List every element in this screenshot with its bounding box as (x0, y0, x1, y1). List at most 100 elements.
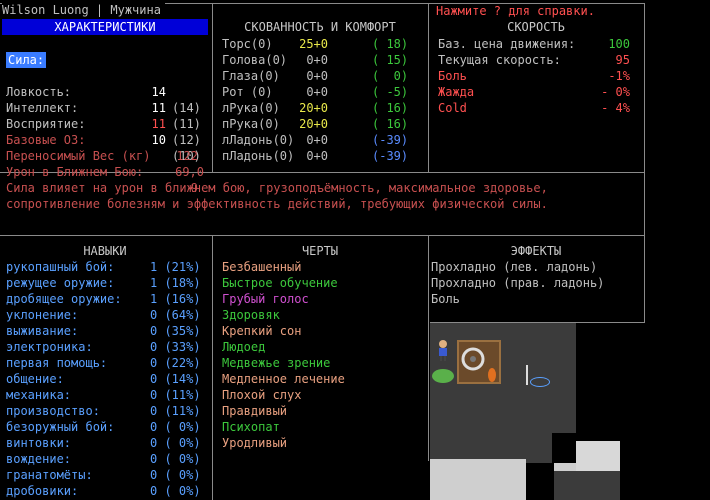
encumbrance-title[interactable]: СКОВАННОСТЬ И КОМФОРТ (214, 19, 426, 35)
skill-row[interactable]: электроника: 0 (33%) (6, 339, 208, 355)
skill-value: 0 (11%) (150, 404, 201, 418)
encumbrance-row[interactable]: лРука(0) 20+0 ( 16) (222, 100, 422, 116)
stats-title[interactable]: ХАРАКТЕРИСТИКИ (2, 19, 208, 35)
speed-label: Баз. цена движения: (438, 37, 576, 51)
stat-row-intelligence[interactable]: Интеллект: 11 (12) (6, 84, 206, 147)
trait-item[interactable]: Быстрое обучение (222, 275, 338, 291)
warmth-value: ( 0) (372, 69, 409, 83)
wall-tile (554, 463, 576, 471)
skill-row[interactable]: выживание: 0 (35%) (6, 323, 208, 339)
skill-label: вождение: (6, 452, 72, 466)
skill-row[interactable]: общение: 0 (14%) (6, 371, 208, 387)
skill-row[interactable]: производство: 0 (11%) (6, 403, 208, 419)
skill-label: рукопашный бой: (6, 260, 115, 274)
effects-title[interactable]: ЭФФЕКТЫ (430, 243, 642, 259)
trait-item[interactable]: Уродливый (222, 435, 287, 451)
encumbrance-row[interactable]: Рот (0) 0+0 ( -5) (222, 84, 422, 100)
trait-item[interactable]: Безбашенный (222, 259, 301, 275)
body-part-label: пЛадонь(0) (222, 149, 295, 163)
void-tile (552, 433, 576, 463)
encumbrance-value: 0+0 (306, 69, 328, 83)
encumbrance-row[interactable]: пЛадонь(0) 0+0 (-39) (222, 148, 422, 164)
skill-row[interactable]: уклонение: 0 (64%) (6, 307, 208, 323)
skill-row[interactable]: рукопашный бой: 1 (21%) (6, 259, 208, 275)
trait-item[interactable]: Здоровяк (222, 307, 280, 323)
effect-item[interactable]: Боль (431, 291, 460, 307)
encumbrance-row[interactable]: пРука(0) 20+0 ( 16) (222, 116, 422, 132)
trait-item[interactable]: Грубый голос (222, 291, 309, 307)
skill-row[interactable]: винтовки: 0 ( 0%) (6, 435, 208, 451)
skill-label: выживание: (6, 324, 79, 338)
skill-value: 0 (33%) (150, 340, 201, 354)
stat-row-dexterity[interactable]: Ловкость: 11 (11) (6, 68, 206, 131)
game-map[interactable] (430, 323, 710, 500)
skill-label: гранатомёты: (6, 468, 93, 482)
description-line-2: сопротивление болезням и эффективность д… (6, 197, 548, 211)
wall-tile (430, 485, 526, 500)
skill-value: 1 (21%) (150, 260, 201, 274)
stat-carry-weight: Переносимый Вес (кг) 69,0 (6, 132, 206, 179)
wall-tile (576, 441, 620, 471)
skill-value: 0 ( 0%) (150, 436, 201, 450)
frame-vline-4 (428, 235, 429, 461)
speed-row: Жажда - 0% (438, 84, 638, 100)
speed-value: - 0% (601, 85, 630, 99)
body-part-label: Торс(0) (222, 37, 273, 51)
skill-row[interactable]: режущее оружие: 1 (18%) (6, 275, 208, 291)
encumbrance-row[interactable]: Глаза(0) 0+0 ( 0) (222, 68, 422, 84)
trait-item[interactable]: Правдивый (222, 403, 287, 419)
effect-item[interactable]: Прохладно (лев. ладонь) (431, 259, 597, 275)
warmth-value: ( 16) (372, 117, 409, 131)
frame-vline-2 (428, 3, 429, 173)
encumbrance-value: 20+0 (299, 101, 328, 115)
stat-row-strength[interactable]: Сила: 14 (14) (6, 52, 206, 115)
trait-item[interactable]: Медвежье зрение (222, 355, 330, 371)
speed-row: Боль -1% (438, 68, 638, 84)
traits-title[interactable]: ЧЕРТЫ (214, 243, 426, 259)
stat-base-hp: Базовые ОЗ: 122 (6, 116, 206, 163)
trait-item[interactable]: Медленное лечение (222, 371, 345, 387)
trait-item[interactable]: Людоед (222, 339, 265, 355)
skill-row[interactable]: дробящее оружие: 1 (16%) (6, 291, 208, 307)
speed-title[interactable]: СКОРОСТЬ (430, 19, 642, 35)
skill-label: уклонение: (6, 308, 79, 322)
effect-item[interactable]: Прохладно (прав. ладонь) (431, 275, 604, 291)
encumbrance-value: 0+0 (306, 85, 328, 99)
skills-title[interactable]: НАВЫКИ (2, 243, 208, 259)
stat-row-perception[interactable]: Восприятие: 10 (10) (6, 100, 206, 163)
skill-row[interactable]: вождение: 0 ( 0%) (6, 451, 208, 467)
trait-item[interactable]: Плохой слух (222, 387, 301, 403)
skill-row[interactable]: безоружный бой: 0 ( 0%) (6, 419, 208, 435)
character-name: Wilson Luong | Мужчина (2, 2, 165, 18)
skill-row[interactable]: механика: 0 (11%) (6, 387, 208, 403)
warmth-value: ( -5) (372, 85, 409, 99)
skill-row[interactable]: первая помощь: 0 (22%) (6, 355, 208, 371)
skill-value: 0 (14%) (150, 372, 201, 386)
skill-label: механика: (6, 388, 72, 402)
skill-value: 0 ( 0%) (150, 452, 201, 466)
speed-row: Cold - 4% (438, 100, 638, 116)
trait-item[interactable]: Психопат (222, 419, 280, 435)
skill-value: 1 (16%) (150, 292, 201, 306)
skill-row[interactable]: дробовики: 0 ( 0%) (6, 483, 208, 499)
post-icon (526, 365, 528, 385)
skill-row[interactable]: гранатомёты: 0 ( 0%) (6, 467, 208, 483)
frame-vline-3 (212, 235, 213, 500)
skill-value: 0 (22%) (150, 356, 201, 370)
skill-label: производство: (6, 404, 100, 418)
encumbrance-row[interactable]: Голова(0) 0+0 ( 15) (222, 52, 422, 68)
stat-melee-damage: Урон в Ближнем Бою: 9 (6, 148, 206, 195)
encumbrance-row[interactable]: лЛадонь(0) 0+0 (-39) (222, 132, 422, 148)
speed-label: Cold (438, 101, 467, 115)
speed-row: Баз. цена движения: 100 (438, 36, 638, 52)
stat-label: Сила: (6, 52, 47, 68)
trait-item[interactable]: Крепкий сон (222, 323, 301, 339)
encumbrance-row[interactable]: Торс(0) 25+0 ( 18) (222, 36, 422, 52)
fire-icon (487, 363, 497, 383)
encumbrance-value: 0+0 (306, 53, 328, 67)
encumbrance-value: 20+0 (299, 117, 328, 131)
puddle-icon (530, 377, 550, 387)
help-hint: Нажмите ? для справки. (436, 4, 595, 18)
body-part-label: Голова(0) (222, 53, 288, 67)
warmth-value: ( 18) (372, 37, 409, 51)
